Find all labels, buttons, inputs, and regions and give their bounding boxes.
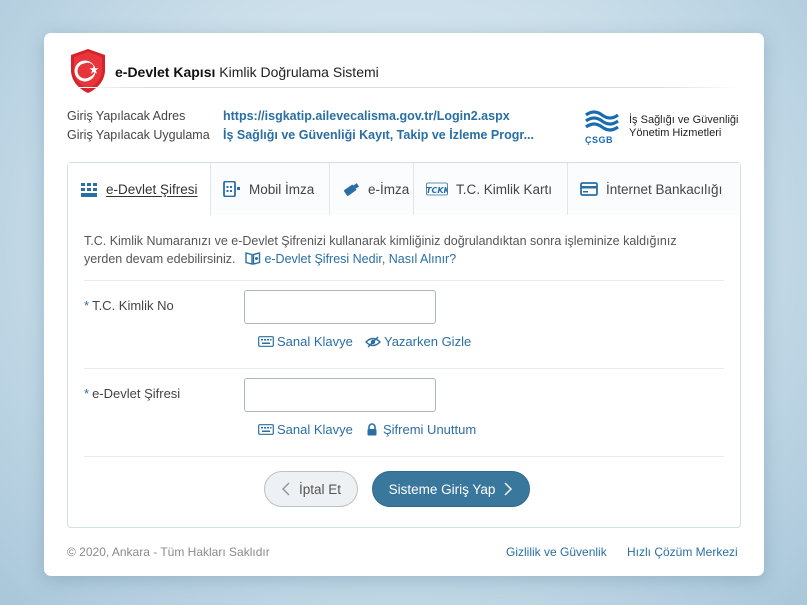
chevron-right-icon (504, 482, 513, 496)
tab-internet-banking[interactable]: İnternet Bankacılığı (568, 163, 740, 215)
lock-icon (367, 423, 377, 436)
svg-text:TCKK: TCKK (426, 186, 448, 195)
tab-label: T.C. Kimlik Kartı (456, 181, 553, 197)
virtual-keyboard-text: Sanal Klavye (277, 422, 353, 437)
keypad-icon (81, 182, 97, 197)
chevron-left-icon (281, 482, 290, 496)
usb-token-icon (343, 183, 359, 196)
tab-label: e-İmza (368, 181, 410, 197)
mobile-signature-icon (223, 181, 240, 197)
login-panel: e-Devlet Şifresi Mobil İmza e-İmza TCKK … (67, 162, 741, 528)
required-mark: * (84, 298, 90, 313)
tab-mobile-signature[interactable]: Mobil İmza (211, 163, 330, 215)
csgb-line1: İş Sağlığı ve Güvenliği (629, 114, 739, 126)
tab-label: Mobil İmza (249, 181, 315, 197)
virtual-keyboard-link-2[interactable]: Sanal Klavye (258, 422, 353, 437)
help-link[interactable]: e-Devlet Şifresi Nedir, Nasıl Alınır? (245, 252, 456, 266)
credit-card-icon (580, 182, 598, 196)
tc-kimlik-input[interactable] (244, 290, 436, 324)
tab-label: e-Devlet Şifresi (106, 182, 198, 197)
header-divider (68, 87, 740, 88)
forgot-password-text: Şifremi Unuttum (383, 422, 477, 437)
app-value: İş Sağlığı ve Güvenliği Kayıt, Takip ve … (223, 128, 534, 142)
brand-title: e-Devlet Kapısı Kimlik Doğrulama Sistemi (115, 64, 379, 80)
edevlet-password-input[interactable] (244, 378, 436, 412)
tc-label: * T.C. Kimlik No (84, 298, 174, 313)
brand-rest: Kimlik Doğrulama Sistemi (219, 64, 379, 80)
eye-slash-icon (365, 336, 381, 347)
keyboard-icon (258, 424, 274, 435)
login-method-tabs: e-Devlet Şifresi Mobil İmza e-İmza TCKK … (68, 163, 740, 216)
divider (84, 280, 724, 281)
help-center-link[interactable]: Hızlı Çözüm Merkezi (627, 545, 738, 559)
csgb-abbr: ÇSGB (585, 135, 614, 145)
help-link-text: e-Devlet Şifresi Nedir, Nasıl Alınır? (264, 252, 457, 266)
privacy-link[interactable]: Gizlilik ve Güvenlik (506, 545, 607, 559)
login-label: Sisteme Giriş Yap (388, 481, 496, 497)
id-card-icon: TCKK (426, 182, 448, 196)
hide-while-typing-text: Yazarken Gizle (384, 334, 472, 349)
csgb-wave-icon (585, 110, 619, 132)
virtual-keyboard-link-1[interactable]: Sanal Klavye (258, 334, 353, 349)
tab-tc-id-card[interactable]: TCKK T.C. Kimlik Kartı (414, 163, 568, 215)
divider (84, 456, 724, 457)
login-card: e-Devlet Kapısı Kimlik Doğrulama Sistemi… (44, 33, 764, 576)
address-value: https://isgkatip.ailevecalisma.gov.tr/Lo… (223, 109, 510, 123)
divider (84, 368, 724, 369)
header: e-Devlet Kapısı Kimlik Doğrulama Sistemi (44, 33, 764, 93)
cancel-label: İptal Et (298, 481, 342, 497)
virtual-keyboard-text: Sanal Klavye (277, 334, 353, 349)
password-label-text: e-Devlet Şifresi (92, 386, 181, 401)
tc-label-text: T.C. Kimlik No (92, 298, 174, 313)
login-button[interactable]: Sisteme Giriş Yap (372, 471, 530, 507)
brand-bold: e-Devlet Kapısı (115, 64, 216, 80)
book-question-icon (245, 252, 261, 265)
csgb-text: İş Sağlığı ve Güvenliği Yönetim Hizmetle… (629, 114, 738, 140)
tab-edevlet-password[interactable]: e-Devlet Şifresi (68, 163, 211, 216)
keyboard-icon (258, 336, 274, 347)
password-label: * e-Devlet Şifresi (84, 386, 180, 401)
address-label: Giriş Yapılacak Adres (67, 109, 186, 123)
hide-while-typing-link[interactable]: Yazarken Gizle (365, 334, 471, 349)
csgb-logo: ÇSGB İş Sağlığı ve Güvenliği Yönetim Hiz… (582, 109, 752, 149)
tab-e-signature[interactable]: e-İmza (330, 163, 414, 215)
required-mark: * (84, 386, 90, 401)
copyright: © 2020, Ankara - Tüm Hakları Saklıdır (67, 545, 270, 559)
tab-label: İnternet Bankacılığı (606, 181, 723, 197)
cancel-button[interactable]: İptal Et (264, 471, 358, 507)
forgot-password-link[interactable]: Şifremi Unuttum (366, 422, 476, 437)
csgb-line2: Yönetim Hizmetleri (629, 127, 722, 139)
login-description: T.C. Kimlik Numaranızı ve e-Devlet Şifre… (84, 232, 714, 268)
app-label: Giriş Yapılacak Uygulama (67, 128, 210, 142)
